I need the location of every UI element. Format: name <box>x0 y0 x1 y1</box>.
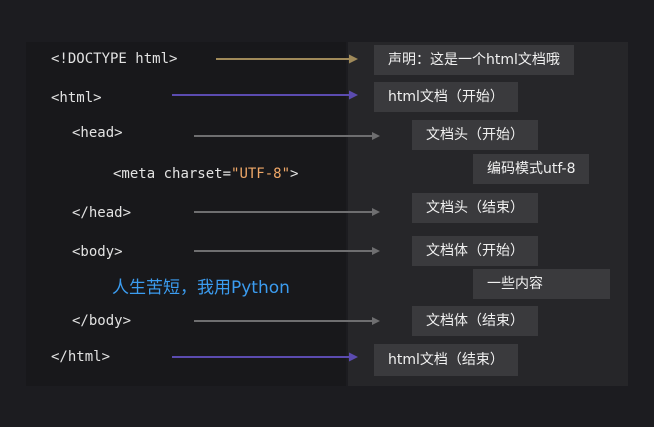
label-body-content: 一些内容 <box>473 269 610 299</box>
arrow-body-open <box>194 247 380 255</box>
label-doctype: 声明：这是一个html文档哦 <box>374 45 574 75</box>
label-body-start: 文档体（开始） <box>412 236 538 266</box>
arrow-doctype <box>216 54 358 64</box>
label-meta: 编码模式utf-8 <box>473 154 590 184</box>
label-head-end: 文档头（结束） <box>412 193 538 223</box>
arrow-head-close <box>194 208 380 216</box>
label-html-end: html文档（结束） <box>374 344 518 376</box>
label-html-start: html文档（开始） <box>374 82 518 112</box>
arrow-head-open <box>194 132 380 140</box>
arrow-html-close <box>172 352 358 362</box>
label-head-start: 文档头（开始） <box>412 120 538 150</box>
arrow-html-open <box>172 90 358 100</box>
label-body-end: 文档体（结束） <box>412 306 538 336</box>
arrow-body-close <box>194 317 380 325</box>
